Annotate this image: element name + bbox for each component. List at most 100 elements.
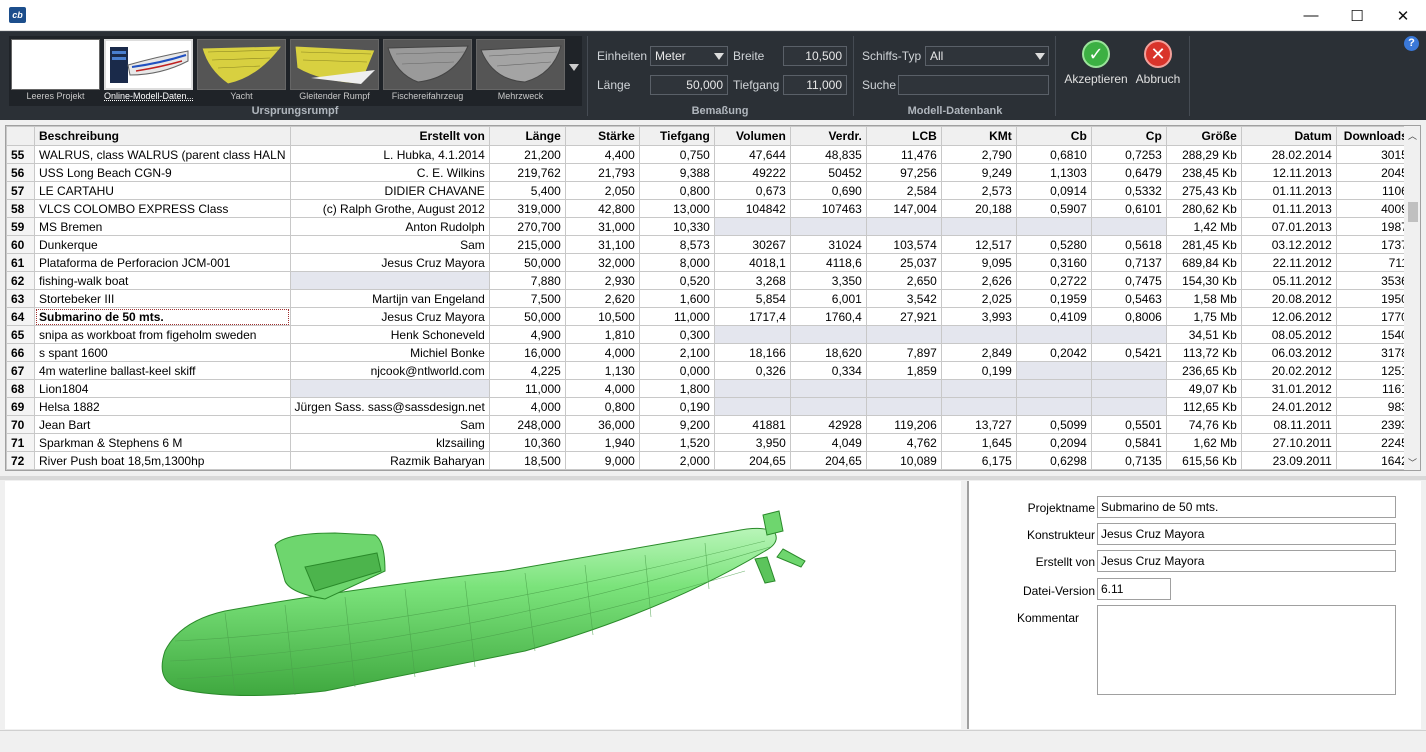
table-row[interactable]: 59 MS Bremen Anton Rudolph 270,700 31,000 10,… [6,217,1413,236]
scroll-up-icon[interactable]: ︿ [1408,129,1417,142]
table-row[interactable]: 60 Dunkerque Sam 215,000 31,100 8,573 30267 310… [6,235,1413,254]
scrollbar-thumb[interactable] [1408,202,1418,222]
search-input[interactable] [898,75,1049,95]
version-field[interactable]: 6.11 [1097,578,1171,600]
table-cell: 1,58 Mb [1165,289,1242,308]
table-row[interactable]: 69 Helsa 1882 Jürgen Sass. sass@sassdesign… [6,397,1413,416]
table-cell: 0,6479 [1090,163,1167,182]
multipurpose-image [476,39,565,90]
thumbnail-label: Fischereifahrzeug [391,91,464,101]
table-row[interactable]: 72 River Push boat 18,5m,1300hp Razmik Bah… [6,451,1413,470]
table-row[interactable]: 62 fishing-walk boat 7,880 2,930 0,520 3,268 3… [6,271,1413,290]
thumbnail-online-database[interactable]: Online-Modell-Daten... [104,39,193,102]
table-cell: 5,854 [713,289,791,308]
table-cell: 1,75 Mb [1165,307,1242,326]
hull-3d-viewer[interactable] [5,481,961,729]
ribbon-separator [853,36,854,116]
column-header[interactable]: Volumen [713,126,791,146]
table-cell [1090,361,1167,380]
horizontal-splitter[interactable] [0,476,1426,480]
column-header[interactable]: LCB [865,126,942,146]
planing-hull-image [290,39,379,90]
table-row[interactable]: 71 Sparkman & Stephens 6 Mklzsailing 10,36… [6,433,1413,452]
column-header[interactable]: Erstellt von [289,126,490,146]
erstellt-field[interactable]: Jesus Cruz Mayora [1097,550,1396,572]
cancel-button[interactable]: ✕ Abbruch [1133,40,1183,86]
column-header[interactable]: Stärke [564,126,640,146]
thumbnail-label: Online-Modell-Daten... [104,91,193,101]
column-header[interactable]: Beschreibung [34,126,291,146]
yacht-image [197,39,286,90]
table-cell: 12.11.2013 [1240,163,1337,182]
table-cell: 0,3160 [1015,253,1092,272]
table-row[interactable]: 65 snipa as workboat from figeholm sweden… [6,325,1413,344]
column-header[interactable]: Cb [1015,126,1092,146]
table-cell [789,217,867,236]
table-cell: 0,5618 [1090,235,1167,254]
table-row[interactable]: 68 Lion1804 11,000 4,000 1,800 49,07 Kb 31.01.… [6,379,1413,398]
column-header[interactable]: Cp [1090,126,1167,146]
column-header[interactable]: Tiefgang [638,126,715,146]
column-header[interactable]: KMt [940,126,1017,146]
tiefgang-input[interactable]: 11,000 [783,75,847,95]
table-cell: 25,037 [865,253,942,272]
close-button[interactable]: ✕ [1380,0,1426,31]
table-cell: 03.12.2012 [1240,235,1337,254]
cell-description: LE CARTAHU [34,181,291,200]
column-header-rownum[interactable] [6,126,35,146]
table-row[interactable]: 67 4m waterline ballast-keel skiff njcook@… [6,361,1413,380]
table-row[interactable]: 66 s spant 1600 Michiel Bonke 16,000 4,000 2,… [6,343,1413,362]
table-cell [940,217,1017,236]
column-header[interactable]: Größe [1165,126,1242,146]
table-cell: Jesus Cruz Mayora [289,307,490,326]
schiffstyp-dropdown[interactable]: All [925,46,1049,66]
table-cell: 7,880 [488,271,566,290]
projektname-field[interactable]: Submarino de 50 mts. [1097,496,1396,518]
row-number: 62 [6,271,35,290]
thumbnail-fishing-vessel[interactable]: Fischereifahrzeug [383,39,472,102]
table-row[interactable]: 58 VLCS COLOMBO EXPRESS Class (c) Ralph Gr… [6,199,1413,218]
laenge-label: Länge [597,78,631,92]
thumbnail-multipurpose[interactable]: Mehrzweck [476,39,565,102]
thumbnail-planing-hull[interactable]: Gleitender Rumpf [290,39,379,102]
column-header[interactable]: Downloads [1335,126,1413,146]
kommentar-textarea[interactable] [1097,605,1396,695]
maximize-button[interactable]: ☐ [1334,0,1380,31]
einheiten-dropdown[interactable]: Meter [650,46,728,66]
table-row[interactable]: 56 USS Long Beach CGN-9 C. E. Wilkins 219,7… [6,163,1413,182]
table-row[interactable]: 61 Plataforma de Perforacion JCM-001 Jesus… [6,253,1413,272]
column-header[interactable]: Datum [1240,126,1337,146]
online-database-image [104,39,193,90]
grid-vertical-scrollbar[interactable]: ︿ ﹀ [1404,126,1420,470]
table-cell: L. Hubka, 4.1.2014 [289,145,490,164]
table-cell: 6,175 [940,451,1017,470]
table-row[interactable]: 70 Jean Bart Sam 248,000 36,000 9,200 41881 429… [6,415,1413,434]
table-row[interactable]: 63 Stortebeker III Martijn van Engeland 7,5… [6,289,1413,308]
table-cell: 1,1303 [1015,163,1092,182]
table-cell: 18,500 [488,451,566,470]
table-cell: 248,000 [488,415,566,434]
breite-input[interactable]: 10,500 [783,46,847,66]
thumbnail-yacht[interactable]: Yacht [197,39,286,102]
table-cell [789,325,867,344]
accept-button[interactable]: ✓ Akzeptieren [1063,40,1129,86]
thumbnail-label: Yacht [230,91,253,101]
minimize-button[interactable]: — [1288,0,1334,31]
table-cell: Anton Rudolph [289,217,490,236]
table-cell: 1717,4 [713,307,791,326]
table-cell: 0,6810 [1015,145,1092,164]
table-cell: 27.10.2011 [1240,433,1337,452]
table-cell: 6,001 [789,289,867,308]
scroll-down-icon[interactable]: ﹀ [1408,456,1417,469]
konstrukteur-field[interactable]: Jesus Cruz Mayora [1097,523,1396,545]
help-icon[interactable]: ? [1404,36,1419,51]
table-cell [865,379,942,398]
table-row[interactable]: 64 Submarino de 50 mts. Jesus Cruz Mayora 5… [6,307,1413,326]
table-row[interactable]: 57 LE CARTAHU DIDIER CHAVANE 5,400 2,050 0,80… [6,181,1413,200]
laenge-input[interactable]: 50,000 [650,75,728,95]
table-row[interactable]: 55 WALRUS, class WALRUS (parent class HAL… [6,145,1413,164]
thumbnail-empty-project[interactable]: Leeres Projekt [11,39,100,102]
gallery-expand-icon[interactable] [569,64,579,71]
column-header[interactable]: Länge [488,126,566,146]
column-header[interactable]: Verdr. [789,126,867,146]
